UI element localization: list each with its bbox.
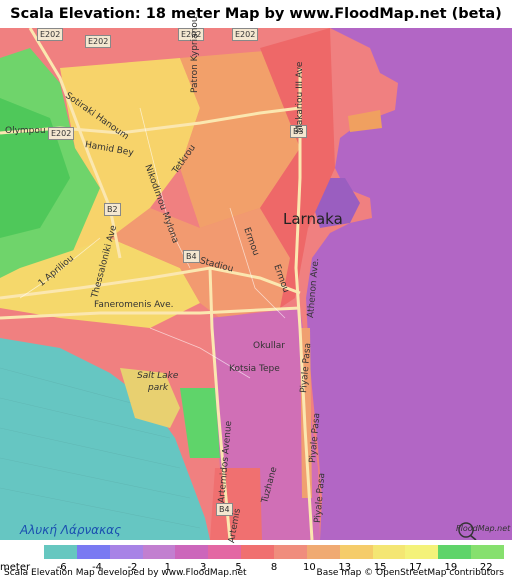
city-label: Larnaka (283, 210, 343, 228)
road-label-makariou: Makariou III Ave (295, 61, 305, 133)
legend-swatch (76, 545, 111, 559)
place-label-park: park (148, 383, 169, 393)
place-label-okullar: Okullar (253, 341, 285, 351)
road-shield-e202: E202 (48, 127, 75, 140)
legend-swatch (274, 545, 308, 559)
legend-swatch (471, 545, 505, 559)
footer-credit-right: Base map © OpenStreetMap contributors (316, 568, 504, 578)
road-shield-b4: B4 (183, 250, 200, 263)
road-shield-b2: B2 (104, 203, 121, 216)
legend-swatch (339, 545, 374, 559)
road-label-patron-kyprianou: Patron Kyprianou (190, 16, 200, 93)
place-label-kotsia-tepe: Kotsia Tepe (229, 364, 280, 374)
legend-swatch (241, 545, 275, 559)
legend-swatch (306, 545, 341, 559)
road-shield-b4: B4 (216, 503, 233, 516)
road-label-faneromenis: Faneromenis Ave. (94, 300, 174, 310)
elevation-map[interactable]: E202 E202 E202 E202 E202 B2 B3 B4 B4 Pat… (0, 16, 512, 544)
place-label-salt-lake: Salt Lake (137, 371, 179, 381)
floodmap-logo: FloodMap.net (456, 524, 511, 533)
legend-swatch (109, 545, 144, 559)
road-shield-e202: E202 (37, 28, 64, 41)
road-shield-e202: E202 (85, 35, 112, 48)
legend-swatch (438, 545, 472, 559)
legend-tick-label: 8 (270, 562, 278, 573)
legend-swatch (142, 545, 176, 559)
legend-swatch (175, 545, 209, 559)
footer-credit-left: Scala Elevation Map developed by www.Flo… (4, 568, 247, 578)
legend-swatch (208, 545, 242, 559)
page-title: Scala Elevation: 18 meter Map by www.Flo… (10, 6, 502, 22)
legend-swatch (44, 545, 78, 559)
legend-swatch (372, 545, 406, 559)
road-shield-e202: E202 (232, 28, 259, 41)
bay-label: Αλυκή Λάρνακας (20, 523, 122, 537)
legend-swatch (405, 545, 439, 559)
road-label-olympou: Olympou (5, 126, 46, 136)
